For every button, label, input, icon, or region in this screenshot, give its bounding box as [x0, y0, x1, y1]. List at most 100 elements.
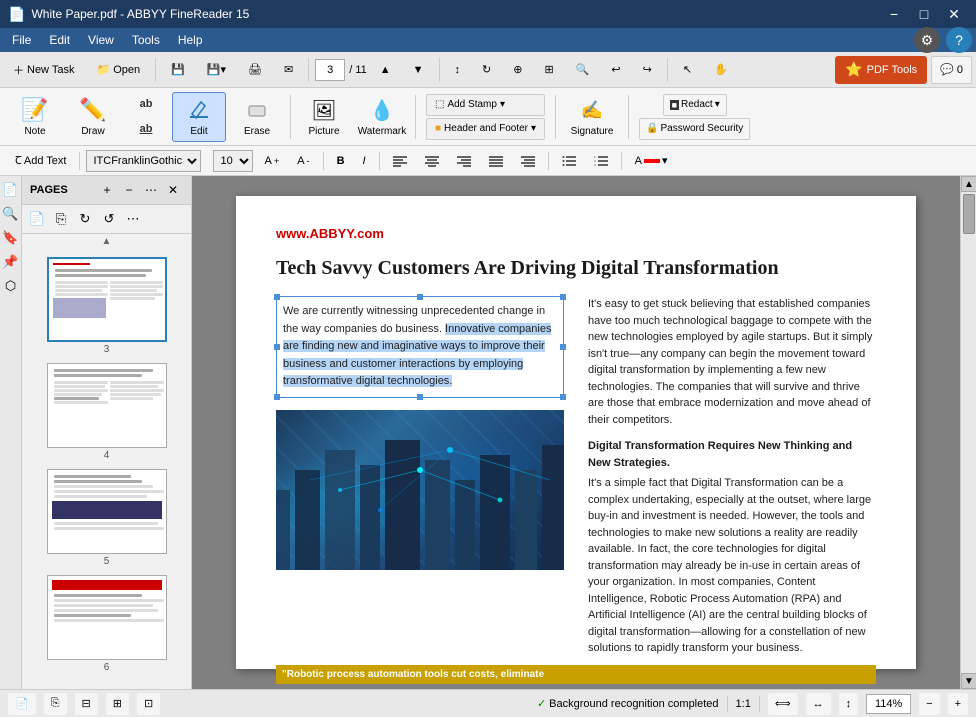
maximize-button[interactable]: □: [910, 4, 938, 24]
text-color-button[interactable]: A ▾: [628, 150, 675, 172]
resize-handle-bl[interactable]: [274, 394, 280, 400]
menu-tools[interactable]: Tools: [124, 31, 168, 49]
new-task-button[interactable]: ＋ New Task: [4, 56, 83, 84]
pages-panel-button[interactable]: 📄: [1, 180, 21, 200]
settings-button[interactable]: ⚙: [914, 27, 940, 53]
note-tool[interactable]: 📝 Note: [8, 92, 62, 142]
tool3-button[interactable]: ⊞: [535, 56, 562, 84]
tool1-button[interactable]: ↻: [473, 56, 500, 84]
numbered-list-button[interactable]: 1.2.3.: [587, 150, 615, 172]
align-right-button[interactable]: [450, 150, 478, 172]
decrease-font-button[interactable]: A-: [290, 150, 316, 172]
scroll-up-button[interactable]: ▲: [961, 176, 976, 192]
sidebar-rotate-ccw-button[interactable]: ↺: [98, 208, 120, 230]
resize-handle-ml[interactable]: [274, 344, 280, 350]
cursor-button[interactable]: ↖: [674, 56, 701, 84]
zoom-in-button[interactable]: +: [948, 693, 968, 715]
watermark-tool[interactable]: 💧 Watermark: [355, 92, 409, 142]
menu-file[interactable]: File: [4, 31, 39, 49]
layers-panel-button[interactable]: ⬡: [1, 276, 21, 296]
font-size-select[interactable]: 10: [213, 150, 253, 172]
zoom-out-button[interactable]: −: [919, 693, 939, 715]
scroll-down-button[interactable]: ▼: [961, 673, 976, 689]
page-thumb-4[interactable]: 4: [42, 363, 172, 461]
menu-view[interactable]: View: [80, 31, 122, 49]
tool5-button[interactable]: ↩: [602, 56, 629, 84]
header-footer-button[interactable]: ■ Header and Footer ▾: [426, 118, 545, 140]
help-button[interactable]: ?: [946, 27, 972, 53]
status-split-h-button[interactable]: ⊟: [75, 693, 98, 715]
select-tool-button[interactable]: ↕: [446, 56, 470, 84]
scroll-thumb[interactable]: [963, 194, 975, 234]
annotations-panel-button[interactable]: 📌: [1, 252, 21, 272]
justify-button[interactable]: [482, 150, 510, 172]
next-page-button[interactable]: ▼: [404, 56, 433, 84]
zoom-fit-button[interactable]: ⟺: [768, 693, 798, 715]
search-panel-button[interactable]: 🔍: [1, 204, 21, 224]
text-underline-tool[interactable]: ab: [126, 118, 166, 141]
bold-button[interactable]: B: [330, 150, 352, 172]
redact-button[interactable]: ■ Redact ▾: [663, 94, 727, 116]
sidebar-more-button[interactable]: ⋯: [141, 180, 161, 200]
resize-handle-mr[interactable]: [560, 344, 566, 350]
zoom-input[interactable]: [866, 694, 911, 714]
font-select[interactable]: ITCFranklinGothic: [86, 150, 201, 172]
resize-handle-bm[interactable]: [417, 394, 423, 400]
sidebar-copy-button[interactable]: ⎘: [50, 208, 72, 230]
sidebar-rotate-cw-button[interactable]: ↻: [74, 208, 96, 230]
page-number-input[interactable]: [315, 59, 345, 81]
status-copy-button[interactable]: ⎘: [44, 693, 67, 715]
add-text-button[interactable]: Ꞇ Add Text: [8, 150, 73, 172]
prev-page-button[interactable]: ▲: [371, 56, 400, 84]
password-security-button[interactable]: 🔒 Password Security: [639, 118, 750, 140]
pdf-tools-button[interactable]: ⭐ PDF Tools: [835, 56, 927, 84]
open-button[interactable]: 📁 Open: [87, 56, 149, 84]
text-box[interactable]: We are currently witnessing unprecedente…: [276, 296, 564, 398]
print-button[interactable]: 🖨: [239, 56, 271, 84]
resize-handle-tl[interactable]: [274, 294, 280, 300]
align-center-button[interactable]: [418, 150, 446, 172]
signature-tool[interactable]: ✍ Signature: [562, 92, 622, 142]
add-stamp-button[interactable]: ⬚ Add Stamp ▾: [426, 94, 545, 116]
minimize-button[interactable]: −: [880, 4, 908, 24]
menu-help[interactable]: Help: [170, 31, 211, 49]
resize-handle-tm[interactable]: [417, 294, 423, 300]
menu-edit[interactable]: Edit: [41, 31, 78, 49]
tool2-button[interactable]: ⊕: [504, 56, 531, 84]
edit-tool[interactable]: Edit: [172, 92, 226, 142]
sidebar-delete-button[interactable]: −: [119, 180, 139, 200]
page-thumb-6[interactable]: 6: [42, 575, 172, 673]
save-as-button[interactable]: 💾▾: [198, 56, 235, 84]
sidebar-add-button[interactable]: +: [97, 180, 117, 200]
close-button[interactable]: ✕: [940, 4, 968, 24]
status-split-v-button[interactable]: ⊞: [106, 693, 129, 715]
resize-handle-tr[interactable]: [560, 294, 566, 300]
draw-tool[interactable]: ✏️ Draw: [66, 92, 120, 142]
indent-button[interactable]: [514, 150, 542, 172]
italic-button[interactable]: I: [356, 150, 373, 172]
sidebar-close-button[interactable]: ✕: [163, 180, 183, 200]
picture-tool[interactable]: 🖼 Picture: [297, 92, 351, 142]
tool6-button[interactable]: ↪: [634, 56, 661, 84]
scroll-track[interactable]: [961, 192, 976, 673]
sidebar-more2-button[interactable]: ⋯: [122, 208, 144, 230]
page-thumb-5[interactable]: 5: [42, 469, 172, 567]
pages-scroll-up[interactable]: ▲: [22, 234, 191, 249]
align-left-button[interactable]: [386, 150, 414, 172]
resize-handle-br[interactable]: [560, 394, 566, 400]
doc-area[interactable]: www.ABBYY.com Tech Savvy Customers Are D…: [192, 176, 960, 689]
bullet-list-button[interactable]: [555, 150, 583, 172]
increase-font-button[interactable]: A+: [257, 150, 286, 172]
message-button[interactable]: 💬 0: [931, 56, 972, 84]
page-thumb-3[interactable]: 3: [42, 257, 172, 355]
email-button[interactable]: ✉: [275, 56, 302, 84]
sidebar-new-page-button[interactable]: 📄: [26, 208, 48, 230]
save-button[interactable]: 💾: [162, 56, 194, 84]
tool4-button[interactable]: 🔍: [567, 56, 599, 84]
status-page-button[interactable]: 📄: [8, 693, 36, 715]
right-scrollbar[interactable]: ▲ ▼: [960, 176, 976, 689]
status-fit-button[interactable]: ⊡: [137, 693, 160, 715]
zoom-height-button[interactable]: ↕: [839, 693, 859, 715]
hand-button[interactable]: ✋: [705, 56, 737, 84]
zoom-width-button[interactable]: ↔: [806, 693, 831, 715]
